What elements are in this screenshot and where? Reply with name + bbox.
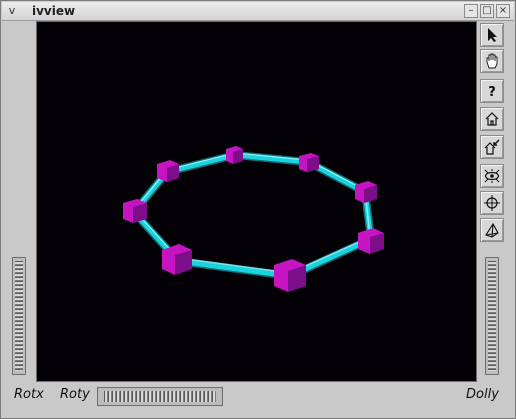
- rotx-label: Rotx: [14, 387, 44, 402]
- pick-mode-button[interactable]: [480, 23, 504, 47]
- pick-arrow-icon: [488, 28, 497, 42]
- cube-node: [358, 228, 384, 254]
- minimize-button[interactable]: –: [464, 4, 478, 18]
- window-menu-icon[interactable]: v: [5, 4, 19, 18]
- projection-icon: [485, 222, 499, 238]
- projection-button[interactable]: [480, 218, 504, 242]
- view-hand-icon: [486, 53, 498, 69]
- set-home-icon: [484, 139, 500, 155]
- cube-node: [157, 160, 179, 182]
- help-button[interactable]: ?: [480, 79, 504, 103]
- view-all-button[interactable]: [480, 164, 504, 188]
- rotx-thumbwheel[interactable]: [12, 257, 26, 375]
- 3d-viewport[interactable]: [36, 21, 477, 382]
- dolly-thumbwheel[interactable]: [485, 257, 499, 375]
- cube-node: [226, 146, 243, 164]
- dolly-label: Dolly: [466, 387, 499, 402]
- view-mode-button[interactable]: [480, 49, 504, 73]
- cube-node: [355, 181, 377, 203]
- maximize-button[interactable]: □: [480, 4, 494, 18]
- seek-icon: [484, 195, 500, 211]
- cube-node: [299, 153, 319, 172]
- home-button[interactable]: [480, 107, 504, 131]
- home-icon: [485, 112, 499, 126]
- roty-label: Roty: [60, 387, 90, 402]
- rotx-thumbwheel-grip: [15, 261, 23, 371]
- title-bar[interactable]: v ivview – □ ×: [2, 2, 514, 21]
- close-button[interactable]: ×: [496, 4, 510, 18]
- window-title: ivview: [32, 4, 76, 18]
- roty-thumbwheel[interactable]: [97, 387, 223, 406]
- seek-button[interactable]: [480, 191, 504, 215]
- view-all-icon: [484, 169, 500, 183]
- svg-text:?: ?: [488, 85, 496, 99]
- ivview-window: v ivview – □ × ? Rotx Roty Dolly: [0, 0, 516, 419]
- scene-svg: [123, 146, 384, 292]
- roty-thumbwheel-grip: [104, 391, 216, 402]
- cube-node: [123, 199, 147, 223]
- cube-node: [162, 244, 192, 275]
- set-home-button[interactable]: [480, 135, 504, 159]
- dolly-thumbwheel-grip: [488, 261, 496, 371]
- help-icon: ?: [488, 85, 496, 99]
- cube-node: [274, 259, 306, 292]
